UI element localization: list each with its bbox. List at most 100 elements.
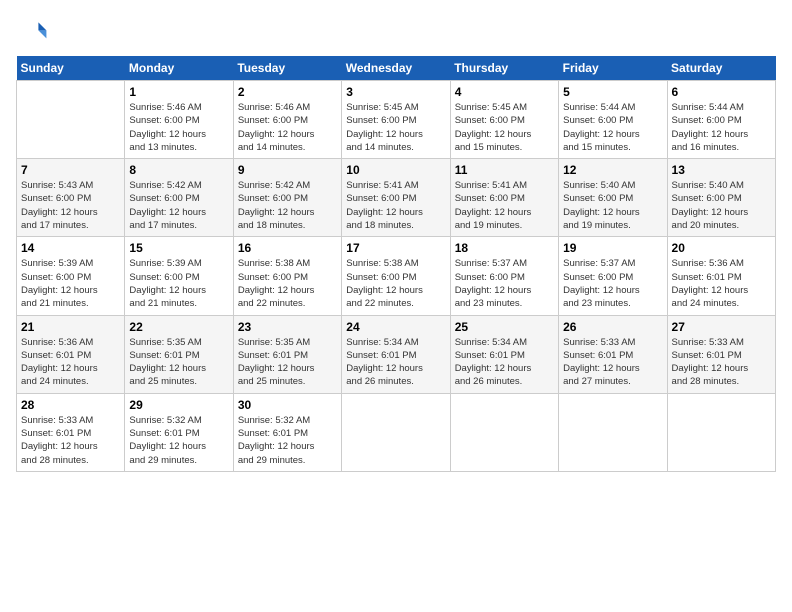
day-info: Sunrise: 5:38 AM Sunset: 6:00 PM Dayligh… bbox=[346, 257, 445, 310]
day-info: Sunrise: 5:34 AM Sunset: 6:01 PM Dayligh… bbox=[346, 336, 445, 389]
day-info: Sunrise: 5:37 AM Sunset: 6:00 PM Dayligh… bbox=[563, 257, 662, 310]
day-number: 9 bbox=[238, 163, 337, 177]
calendar-cell: 22 Sunrise: 5:35 AM Sunset: 6:01 PM Dayli… bbox=[125, 315, 233, 393]
day-info: Sunrise: 5:35 AM Sunset: 6:01 PM Dayligh… bbox=[129, 336, 228, 389]
day-number: 24 bbox=[346, 320, 445, 334]
day-info: Sunrise: 5:42 AM Sunset: 6:00 PM Dayligh… bbox=[238, 179, 337, 232]
calendar-cell bbox=[17, 81, 125, 159]
days-header-row: SundayMondayTuesdayWednesdayThursdayFrid… bbox=[17, 56, 776, 81]
day-number: 15 bbox=[129, 241, 228, 255]
day-header-wednesday: Wednesday bbox=[342, 56, 450, 81]
day-number: 30 bbox=[238, 398, 337, 412]
day-info: Sunrise: 5:39 AM Sunset: 6:00 PM Dayligh… bbox=[129, 257, 228, 310]
calendar-cell: 8 Sunrise: 5:42 AM Sunset: 6:00 PM Daylig… bbox=[125, 159, 233, 237]
day-info: Sunrise: 5:42 AM Sunset: 6:00 PM Dayligh… bbox=[129, 179, 228, 232]
day-number: 23 bbox=[238, 320, 337, 334]
day-number: 11 bbox=[455, 163, 554, 177]
day-header-friday: Friday bbox=[559, 56, 667, 81]
day-number: 21 bbox=[21, 320, 120, 334]
calendar-cell: 28 Sunrise: 5:33 AM Sunset: 6:01 PM Dayli… bbox=[17, 393, 125, 471]
day-header-tuesday: Tuesday bbox=[233, 56, 341, 81]
calendar-cell: 7Sunrise: 5:43 AM Sunset: 6:00 PM Daylig… bbox=[17, 159, 125, 237]
day-info: Sunrise: 5:38 AM Sunset: 6:00 PM Dayligh… bbox=[238, 257, 337, 310]
day-number: 1 bbox=[129, 85, 228, 99]
day-header-sunday: Sunday bbox=[17, 56, 125, 81]
calendar-table: SundayMondayTuesdayWednesdayThursdayFrid… bbox=[16, 56, 776, 472]
calendar-cell: 20 Sunrise: 5:36 AM Sunset: 6:01 PM Dayli… bbox=[667, 237, 775, 315]
calendar-cell: 5 Sunrise: 5:44 AM Sunset: 6:00 PM Daylig… bbox=[559, 81, 667, 159]
day-number: 17 bbox=[346, 241, 445, 255]
day-number: 10 bbox=[346, 163, 445, 177]
day-number: 28 bbox=[21, 398, 120, 412]
day-info: Sunrise: 5:35 AM Sunset: 6:01 PM Dayligh… bbox=[238, 336, 337, 389]
calendar-cell bbox=[559, 393, 667, 471]
day-info: Sunrise: 5:43 AM Sunset: 6:00 PM Dayligh… bbox=[21, 179, 120, 232]
calendar-cell: 4 Sunrise: 5:45 AM Sunset: 6:00 PM Daylig… bbox=[450, 81, 558, 159]
calendar-cell: 25 Sunrise: 5:34 AM Sunset: 6:01 PM Dayli… bbox=[450, 315, 558, 393]
calendar-cell: 30Sunrise: 5:32 AM Sunset: 6:01 PM Dayli… bbox=[233, 393, 341, 471]
calendar-cell bbox=[667, 393, 775, 471]
day-info: Sunrise: 5:34 AM Sunset: 6:01 PM Dayligh… bbox=[455, 336, 554, 389]
day-info: Sunrise: 5:40 AM Sunset: 6:00 PM Dayligh… bbox=[672, 179, 771, 232]
day-info: Sunrise: 5:40 AM Sunset: 6:00 PM Dayligh… bbox=[563, 179, 662, 232]
calendar-cell: 6 Sunrise: 5:44 AM Sunset: 6:00 PM Daylig… bbox=[667, 81, 775, 159]
calendar-cell: 27 Sunrise: 5:33 AM Sunset: 6:01 PM Dayli… bbox=[667, 315, 775, 393]
calendar-week-5: 28 Sunrise: 5:33 AM Sunset: 6:01 PM Dayli… bbox=[17, 393, 776, 471]
day-number: 25 bbox=[455, 320, 554, 334]
calendar-cell: 29 Sunrise: 5:32 AM Sunset: 6:01 PM Dayli… bbox=[125, 393, 233, 471]
calendar-body: 1 Sunrise: 5:46 AM Sunset: 6:00 PM Daylig… bbox=[17, 81, 776, 472]
calendar-cell: 14 Sunrise: 5:39 AM Sunset: 6:00 PM Dayli… bbox=[17, 237, 125, 315]
calendar-cell: 12 Sunrise: 5:40 AM Sunset: 6:00 PM Dayli… bbox=[559, 159, 667, 237]
day-number: 27 bbox=[672, 320, 771, 334]
day-info: Sunrise: 5:32 AM Sunset: 6:01 PM Dayligh… bbox=[129, 414, 228, 467]
logo bbox=[16, 16, 52, 48]
calendar-cell: 26 Sunrise: 5:33 AM Sunset: 6:01 PM Dayli… bbox=[559, 315, 667, 393]
day-info: Sunrise: 5:36 AM Sunset: 6:01 PM Dayligh… bbox=[672, 257, 771, 310]
day-info: Sunrise: 5:33 AM Sunset: 6:01 PM Dayligh… bbox=[21, 414, 120, 467]
day-number: 18 bbox=[455, 241, 554, 255]
calendar-cell: 9 Sunrise: 5:42 AM Sunset: 6:00 PM Daylig… bbox=[233, 159, 341, 237]
calendar-cell: 19 Sunrise: 5:37 AM Sunset: 6:00 PM Dayli… bbox=[559, 237, 667, 315]
day-info: Sunrise: 5:37 AM Sunset: 6:00 PM Dayligh… bbox=[455, 257, 554, 310]
day-info: Sunrise: 5:45 AM Sunset: 6:00 PM Dayligh… bbox=[346, 101, 445, 154]
day-info: Sunrise: 5:41 AM Sunset: 6:00 PM Dayligh… bbox=[455, 179, 554, 232]
day-header-saturday: Saturday bbox=[667, 56, 775, 81]
calendar-cell: 18 Sunrise: 5:37 AM Sunset: 6:00 PM Dayli… bbox=[450, 237, 558, 315]
day-info: Sunrise: 5:44 AM Sunset: 6:00 PM Dayligh… bbox=[563, 101, 662, 154]
day-number: 5 bbox=[563, 85, 662, 99]
day-number: 14 bbox=[21, 241, 120, 255]
day-number: 26 bbox=[563, 320, 662, 334]
calendar-cell: 11 Sunrise: 5:41 AM Sunset: 6:00 PM Dayli… bbox=[450, 159, 558, 237]
calendar-cell: 1Sunrise: 5:46 AM Sunset: 6:00 PM Daylig… bbox=[125, 81, 233, 159]
calendar-cell: 24 Sunrise: 5:34 AM Sunset: 6:01 PM Dayli… bbox=[342, 315, 450, 393]
calendar-week-4: 21Sunrise: 5:36 AM Sunset: 6:01 PM Dayli… bbox=[17, 315, 776, 393]
calendar-cell: 13 Sunrise: 5:40 AM Sunset: 6:00 PM Dayli… bbox=[667, 159, 775, 237]
calendar-cell bbox=[450, 393, 558, 471]
calendar-week-3: 14 Sunrise: 5:39 AM Sunset: 6:00 PM Dayli… bbox=[17, 237, 776, 315]
day-number: 6 bbox=[672, 85, 771, 99]
day-number: 29 bbox=[129, 398, 228, 412]
day-info: Sunrise: 5:45 AM Sunset: 6:00 PM Dayligh… bbox=[455, 101, 554, 154]
day-header-thursday: Thursday bbox=[450, 56, 558, 81]
calendar-cell: 23 Sunrise: 5:35 AM Sunset: 6:01 PM Dayli… bbox=[233, 315, 341, 393]
day-info: Sunrise: 5:44 AM Sunset: 6:00 PM Dayligh… bbox=[672, 101, 771, 154]
day-number: 13 bbox=[672, 163, 771, 177]
day-info: Sunrise: 5:46 AM Sunset: 6:00 PM Dayligh… bbox=[238, 101, 337, 154]
day-info: Sunrise: 5:39 AM Sunset: 6:00 PM Dayligh… bbox=[21, 257, 120, 310]
calendar-cell: 15 Sunrise: 5:39 AM Sunset: 6:00 PM Dayli… bbox=[125, 237, 233, 315]
day-number: 2 bbox=[238, 85, 337, 99]
day-number: 22 bbox=[129, 320, 228, 334]
day-number: 12 bbox=[563, 163, 662, 177]
day-number: 20 bbox=[672, 241, 771, 255]
logo-icon bbox=[16, 16, 48, 48]
calendar-cell: 2 Sunrise: 5:46 AM Sunset: 6:00 PM Daylig… bbox=[233, 81, 341, 159]
calendar-week-1: 1 Sunrise: 5:46 AM Sunset: 6:00 PM Daylig… bbox=[17, 81, 776, 159]
day-info: Sunrise: 5:33 AM Sunset: 6:01 PM Dayligh… bbox=[563, 336, 662, 389]
day-number: 4 bbox=[455, 85, 554, 99]
day-info: Sunrise: 5:33 AM Sunset: 6:01 PM Dayligh… bbox=[672, 336, 771, 389]
day-number: 8 bbox=[129, 163, 228, 177]
day-number: 19 bbox=[563, 241, 662, 255]
day-header-monday: Monday bbox=[125, 56, 233, 81]
calendar-cell: 3Sunrise: 5:45 AM Sunset: 6:00 PM Daylig… bbox=[342, 81, 450, 159]
calendar-cell bbox=[342, 393, 450, 471]
